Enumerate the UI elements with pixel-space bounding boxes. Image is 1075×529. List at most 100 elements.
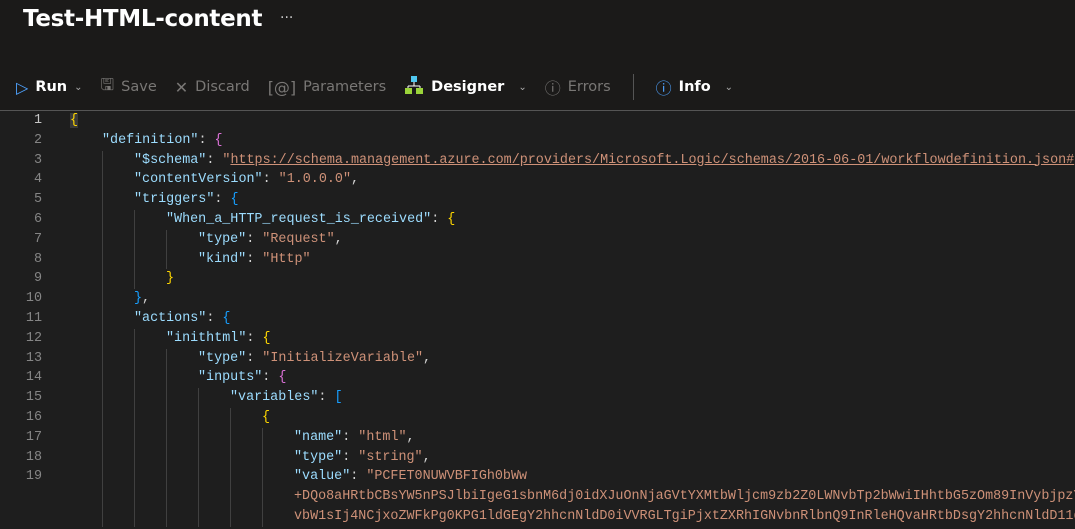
- close-icon: ✕: [174, 77, 189, 97]
- chevron-down-icon[interactable]: ⌄: [518, 82, 526, 93]
- indent-guide: [262, 467, 294, 487]
- line-number: 10: [25, 291, 42, 307]
- indent-guide: [70, 448, 102, 468]
- indent-guide: [70, 151, 102, 171]
- code-line[interactable]: 5 "triggers": {: [0, 190, 1075, 210]
- code-token: :: [350, 469, 367, 485]
- code-line[interactable]: 4 "contentVersion": "1.0.0.0",: [0, 170, 1075, 190]
- code-line[interactable]: 19 "value": "PCFET0NUWVBFIGh0bWw: [0, 467, 1075, 487]
- indent-guide: [102, 388, 134, 408]
- toolbar-divider: [632, 74, 634, 100]
- indent-guide: [70, 230, 102, 250]
- code-text: "kind": "Http": [70, 250, 311, 270]
- code-token: "type": [198, 231, 247, 247]
- line-number: 13: [25, 350, 42, 366]
- indent-guide: [230, 428, 262, 448]
- indent-guide: [134, 349, 166, 369]
- indent-guide: [230, 448, 262, 468]
- code-token: :: [198, 132, 215, 148]
- error-icon: ⓘ: [544, 79, 561, 98]
- code-text: "actions": {: [70, 309, 230, 329]
- indent-guide: [134, 428, 166, 448]
- code-line[interactable]: 12 "inithtml": {: [0, 329, 1075, 349]
- code-line[interactable]: 10},: [0, 289, 1075, 309]
- info-button[interactable]: ⓘ Info ⌄: [656, 75, 733, 99]
- play-icon: ▷: [16, 77, 29, 97]
- line-number: 14: [25, 370, 42, 386]
- designer-button[interactable]: Designer ⌄: [404, 75, 527, 99]
- code-token: "inithtml": [166, 330, 247, 346]
- code-token: :: [342, 449, 359, 465]
- code-text: "inithtml": {: [70, 329, 270, 349]
- parameters-icon: [@]: [267, 77, 297, 97]
- code-line[interactable]: 9}: [0, 269, 1075, 289]
- code-token: "value": [294, 469, 351, 485]
- chevron-down-icon[interactable]: ⌄: [725, 82, 733, 93]
- code-line[interactable]: 6 "When_a_HTTP_request_is_received": {: [0, 210, 1075, 230]
- indent-guide: [166, 250, 198, 270]
- indent-guide: [70, 388, 102, 408]
- code-line[interactable]: 2 "definition": {: [0, 131, 1075, 151]
- indent-guide: [166, 507, 198, 527]
- code-line[interactable]: vbW1sIj4NCjxoZWFkPg0KPG1ldGEgY2hhcnNldD0…: [0, 507, 1075, 527]
- indent-guide: [198, 467, 230, 487]
- indent-guide: [102, 368, 134, 388]
- discard-label: Discard: [195, 79, 250, 95]
- indent-guide: [198, 388, 230, 408]
- code-text: "type": "InitializeVariable",: [70, 349, 431, 369]
- indent-guide: [166, 349, 198, 369]
- indent-guide: [134, 269, 166, 289]
- code-line[interactable]: 1{: [0, 111, 1075, 131]
- code-line[interactable]: 7 "type": "Request",: [0, 230, 1075, 250]
- indent-guide: [102, 349, 134, 369]
- indent-guide: [102, 170, 134, 190]
- code-token: :: [262, 172, 279, 188]
- code-text: "type": "Request",: [70, 230, 343, 250]
- code-line[interactable]: 17 "name": "html",: [0, 428, 1075, 448]
- save-button[interactable]: 🖫 Save: [101, 74, 157, 101]
- code-token: vbW1sIj4NCjxoZWFkPg0KPG1ldGEgY2hhcnNldD0…: [294, 508, 1075, 524]
- indent-guide: [70, 507, 102, 527]
- indent-guide: [102, 448, 134, 468]
- code-text: "type": "string",: [70, 448, 431, 468]
- code-line[interactable]: 18 "type": "string",: [0, 448, 1075, 468]
- indent-guide: [198, 507, 230, 527]
- info-label: Info: [678, 79, 711, 95]
- line-number: 12: [25, 330, 42, 346]
- code-token: {: [278, 370, 287, 386]
- code-token: {: [230, 192, 239, 208]
- code-token: ,: [423, 350, 432, 366]
- line-number: 5: [33, 192, 42, 208]
- chevron-down-icon[interactable]: ⌄: [74, 82, 82, 93]
- discard-button[interactable]: ✕ Discard: [175, 78, 250, 97]
- code-token: :: [262, 370, 279, 386]
- parameters-button[interactable]: [@] Parameters: [268, 78, 386, 97]
- code-line[interactable]: 15 "variables": [: [0, 388, 1075, 408]
- code-line[interactable]: 3 "$schema": "https://schema.management.a…: [0, 151, 1075, 171]
- indent-guide: [134, 230, 166, 250]
- code-line[interactable]: 11 "actions": {: [0, 309, 1075, 329]
- indent-guide: [262, 507, 294, 527]
- run-button[interactable]: ▷ Run ⌄: [16, 78, 83, 97]
- indent-guide: [70, 368, 102, 388]
- code-token: :: [431, 211, 448, 227]
- code-line[interactable]: 14 "inputs": {: [0, 368, 1075, 388]
- code-token: {: [70, 113, 79, 128]
- code-text: "inputs": {: [70, 368, 286, 388]
- code-token: :: [246, 350, 263, 366]
- code-line[interactable]: 13 "type": "InitializeVariable",: [0, 349, 1075, 369]
- code-token: :: [318, 390, 335, 406]
- errors-button[interactable]: ⓘ Errors: [545, 75, 611, 99]
- code-token: :: [246, 330, 263, 346]
- line-number: 8: [33, 251, 42, 267]
- indent-guide: [230, 408, 262, 428]
- code-line[interactable]: 16 {: [0, 408, 1075, 428]
- line-number: 2: [33, 132, 42, 148]
- code-editor[interactable]: 1{2 "definition": {3 "$schema": "https://s…: [0, 110, 1075, 529]
- indent-guide: [166, 230, 198, 250]
- indent-guide: [70, 428, 102, 448]
- code-line[interactable]: 8 "kind": "Http": [0, 250, 1075, 270]
- code-line[interactable]: +DQo8aHRtbCBsYW5nPSJlbiIgeG1sbnM6dj0idXJ…: [0, 487, 1075, 507]
- more-options-button[interactable]: ···: [280, 10, 293, 26]
- code-token: "inputs": [198, 370, 263, 386]
